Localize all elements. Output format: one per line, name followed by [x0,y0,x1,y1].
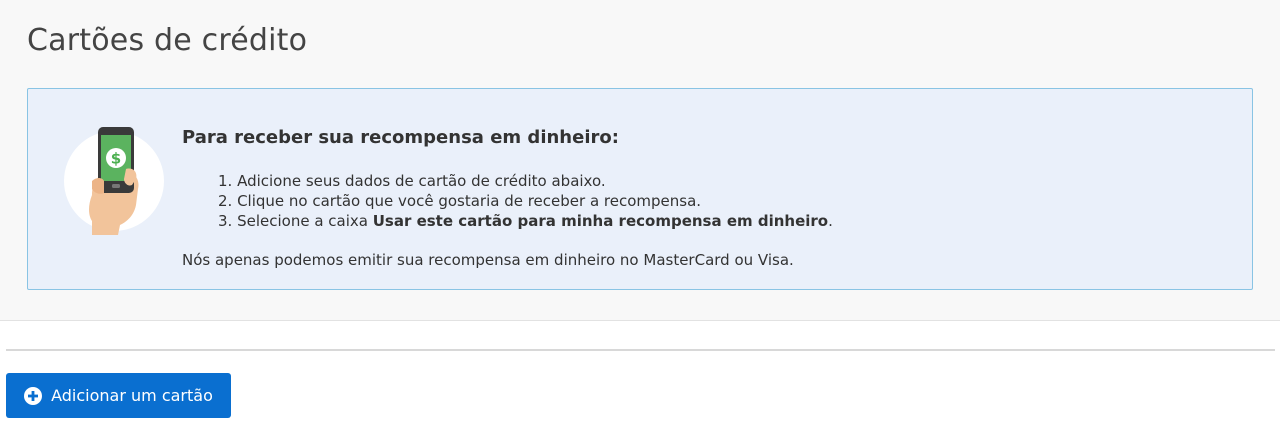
list-item: 2. Clique no cartão que você gostaria de… [218,191,833,211]
info-heading: Para receber sua recompensa em dinheiro: [182,127,619,148]
header-section: Cartões de crédito $ Para receber sua re… [0,0,1280,321]
list-item: 1. Adicione seus dados de cartão de créd… [218,171,833,191]
info-box: $ Para receber sua recompensa em dinheir… [27,88,1253,290]
list-item: 3. Selecione a caixa Usar este cartão pa… [218,211,833,231]
step-text-prefix: 3. Selecione a caixa [218,212,373,230]
add-card-label: Adicionar um cartão [51,386,213,405]
section-divider [6,349,1275,351]
page-title: Cartões de crédito [27,23,308,58]
add-card-button[interactable]: Adicionar um cartão [6,373,231,418]
step-text: 1. Adicione seus dados de cartão de créd… [218,172,606,190]
svg-text:$: $ [111,150,121,168]
step-text-suffix: . [828,212,833,230]
step-text: 2. Clique no cartão que você gostaria de… [218,192,702,210]
info-note: Nós apenas podemos emitir sua recompensa… [182,251,794,269]
plus-circle-icon [24,386,43,405]
phone-dollar-hand-icon: $ [64,127,164,235]
step-bold-text: Usar este cartão para minha recompensa e… [372,212,829,230]
steps-list: 1. Adicione seus dados de cartão de créd… [218,171,833,231]
